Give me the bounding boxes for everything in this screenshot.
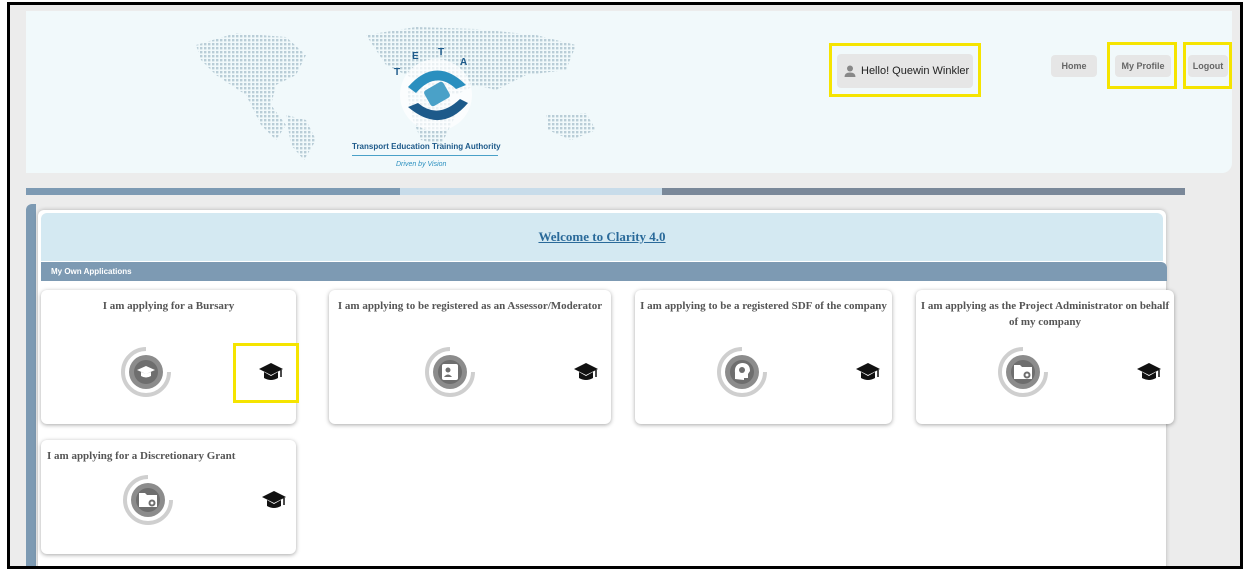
id-card-icon (425, 347, 475, 397)
graduation-cap-icon[interactable] (258, 361, 284, 383)
folder-settings-icon (123, 475, 173, 525)
card-title: I am applying as the Project Administrat… (920, 300, 1170, 328)
head-gear-icon (717, 347, 767, 397)
left-side-strip (26, 204, 36, 566)
greeting-text: Hello! Quewin Winkler (861, 65, 970, 77)
svg-text:T: T (394, 67, 400, 78)
section-header: My Own Applications (41, 262, 1167, 281)
card-title: I am applying to be a registered SDF of … (640, 300, 887, 312)
logout-button[interactable]: Logout (1188, 55, 1228, 77)
user-greeting[interactable]: Hello! Quewin Winkler (837, 54, 973, 88)
graduation-cap-icon[interactable] (1136, 361, 1162, 383)
brand-name: Transport Education Training Authority (352, 142, 501, 151)
welcome-bar: Welcome to Clarity 4.0 (41, 213, 1163, 261)
user-icon (844, 65, 856, 77)
home-button[interactable]: Home (1051, 55, 1097, 77)
brand-divider (352, 155, 498, 156)
svg-text:A: A (460, 57, 467, 68)
card-title: I am applying for a Bursary (102, 300, 235, 312)
svg-text:T: T (438, 47, 444, 58)
application-card-bursary[interactable]: I am applying for a Bursary (41, 290, 299, 424)
card-title: I am applying to be registered as an Ass… (337, 300, 603, 312)
graduation-cap-icon (121, 347, 171, 397)
svg-text:E: E (412, 51, 419, 62)
application-card-sdf[interactable]: I am applying to be a registered SDF of … (635, 290, 892, 424)
page-header: T E T A Transport Education Training Aut… (26, 11, 1232, 173)
welcome-link[interactable]: Welcome to Clarity 4.0 (538, 229, 665, 245)
brand-tagline: Driven by Vision (396, 161, 447, 168)
greeting-highlight: Hello! Quewin Winkler (829, 43, 981, 97)
graduation-cap-icon[interactable] (855, 361, 881, 383)
browser-frame: T E T A Transport Education Training Aut… (7, 2, 1243, 569)
graduation-cap-icon[interactable] (261, 489, 287, 511)
graduation-cap-icon[interactable] (573, 361, 599, 383)
application-card-project-admin[interactable]: I am applying as the Project Administrat… (916, 290, 1174, 424)
header-bar-segment-3 (662, 188, 1185, 195)
folder-settings-icon (998, 347, 1048, 397)
application-card-assessor[interactable]: I am applying to be registered as an Ass… (329, 290, 611, 424)
my-profile-button[interactable]: My Profile (1115, 55, 1171, 77)
header-bar-segment-2 (400, 188, 662, 195)
card-title: I am applying for a Discretionary Grant (47, 450, 236, 462)
header-bar-segment-1 (26, 188, 400, 195)
application-card-discretionary-grant[interactable]: I am applying for a Discretionary Grant (41, 440, 296, 554)
main-panel: Welcome to Clarity 4.0 My Own Applicatio… (38, 210, 1174, 566)
